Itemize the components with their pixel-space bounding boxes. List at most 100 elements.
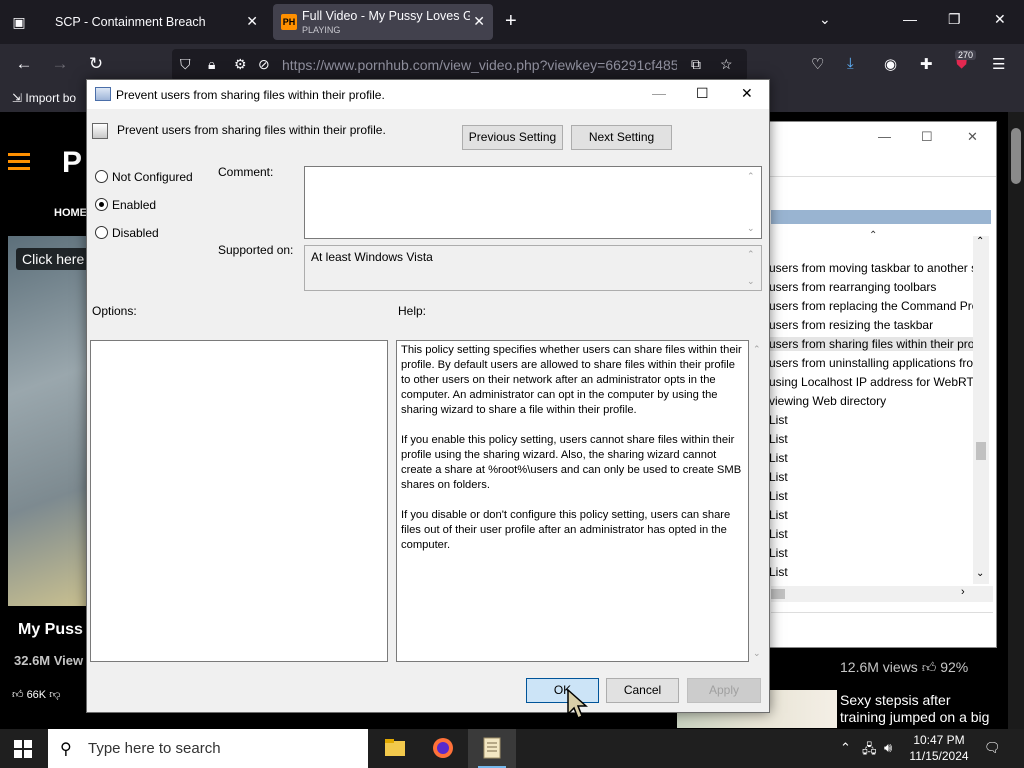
site-logo[interactable]: P bbox=[62, 146, 82, 180]
close-icon[interactable]: ✕ bbox=[246, 13, 258, 30]
scroll-down-icon[interactable]: ⌄ bbox=[753, 648, 761, 659]
supported-on-label: Supported on: bbox=[218, 243, 294, 257]
extensions-icon[interactable]: ✚ bbox=[920, 55, 933, 73]
list-vertical-scrollbar[interactable]: ⌃ ⌄ bbox=[973, 236, 989, 584]
close-icon[interactable]: ✕ bbox=[741, 85, 753, 102]
next-setting-button[interactable]: Next Setting bbox=[571, 125, 672, 150]
chevron-up-icon[interactable]: ⌃ bbox=[840, 740, 851, 756]
minimize-icon[interactable]: — bbox=[903, 11, 917, 27]
tab-scp[interactable]: SCP - Containment Breach ✕ bbox=[42, 4, 266, 40]
tab-video[interactable]: PH Full Video - My Pussy Loves Get PLAYI… bbox=[273, 4, 493, 40]
permissions-icon[interactable]: ⚙ bbox=[234, 56, 247, 73]
download-icon[interactable]: ⤓ bbox=[847, 55, 854, 72]
scrollbar-thumb[interactable] bbox=[1011, 128, 1021, 184]
policy-list-item[interactable]: using Localhost IP address for WebRTC bbox=[769, 375, 974, 389]
previous-setting-button[interactable]: Previous Setting bbox=[462, 125, 563, 150]
clock[interactable]: 10:47 PM 11/15/2024 bbox=[904, 732, 974, 764]
radio-not-configured[interactable]: Not Configured bbox=[95, 170, 193, 184]
help-paragraph: If you enable this policy setting, users… bbox=[401, 434, 742, 491]
policy-list-item[interactable]: List bbox=[769, 489, 974, 503]
file-explorer-icon[interactable] bbox=[371, 729, 419, 768]
hamburger-menu-icon[interactable] bbox=[8, 153, 30, 174]
close-window-icon[interactable]: ✕ bbox=[994, 11, 1006, 28]
group-policy-editor-window: — ☐ ✕ ⌃ users from moving taskbar to ano… bbox=[750, 121, 997, 648]
apply-button[interactable]: Apply bbox=[687, 678, 761, 703]
policy-list-item[interactable]: users from replacing the Command Pro bbox=[769, 299, 974, 313]
minimize-icon[interactable]: — bbox=[878, 129, 891, 144]
restore-icon[interactable]: ❐ bbox=[948, 11, 961, 28]
shield-icon[interactable]: ⛉ bbox=[180, 56, 191, 73]
video-likes[interactable]: 👍︎ 66K 👎︎ bbox=[12, 688, 60, 701]
lock-icon[interactable]: 🔒︎ bbox=[208, 56, 215, 73]
notifications-icon[interactable]: 🗨︎ bbox=[984, 740, 1001, 756]
radio-enabled[interactable]: Enabled bbox=[95, 198, 156, 212]
import-bookmarks-link[interactable]: ⇲ Import bo bbox=[12, 91, 76, 105]
policy-list-item[interactable]: List bbox=[769, 470, 974, 484]
close-icon[interactable]: ✕ bbox=[473, 13, 485, 30]
policy-list-item[interactable]: List bbox=[769, 546, 974, 560]
volume-icon[interactable]: 🔊︎ bbox=[884, 740, 892, 756]
list-column-header[interactable] bbox=[771, 210, 991, 224]
radio-circle[interactable] bbox=[95, 170, 108, 183]
network-icon[interactable]: 🖧︎ bbox=[862, 740, 877, 762]
scrollbar-thumb[interactable] bbox=[771, 589, 785, 599]
radio-disabled[interactable]: Disabled bbox=[95, 226, 159, 240]
policy-list-item[interactable]: viewing Web directory bbox=[769, 394, 974, 408]
scroll-down-icon[interactable]: ⌄ bbox=[976, 568, 984, 579]
chevron-down-icon[interactable]: ⌄ bbox=[819, 11, 831, 28]
thumbs-up-icon[interactable]: 👍︎ bbox=[12, 689, 24, 701]
related-video-title[interactable]: Sexy stepsis after training jumped on a … bbox=[840, 692, 1000, 726]
pocket-icon[interactable]: ♡ bbox=[811, 55, 824, 73]
radio-circle[interactable] bbox=[95, 198, 108, 211]
group-policy-editor-taskbar-icon[interactable] bbox=[468, 729, 516, 768]
policy-list-item[interactable]: List bbox=[769, 413, 974, 427]
picture-in-picture-icon[interactable]: ⧉ bbox=[691, 56, 701, 73]
taskbar-search-input[interactable]: ⚲ Type here to search bbox=[48, 729, 368, 768]
new-tab-icon[interactable]: + bbox=[505, 10, 517, 33]
account-icon[interactable]: ◉ bbox=[884, 55, 897, 73]
video-player[interactable] bbox=[8, 236, 88, 606]
close-icon[interactable]: ✕ bbox=[967, 129, 978, 145]
scroll-up-icon[interactable]: ⌃ bbox=[753, 344, 761, 355]
scroll-up-icon: ⌃ bbox=[747, 249, 755, 259]
list-all-tabs-icon[interactable]: ▣ bbox=[8, 11, 30, 33]
scroll-up-icon[interactable]: ⌃ bbox=[976, 236, 984, 247]
firefox-icon[interactable] bbox=[419, 729, 467, 768]
maximize-icon[interactable]: ☐ bbox=[696, 85, 709, 102]
maximize-icon[interactable]: ☐ bbox=[921, 129, 933, 145]
forward-icon[interactable]: → bbox=[49, 54, 71, 74]
policy-list-item[interactable]: users from uninstalling applications fro bbox=[769, 356, 974, 370]
page-scrollbar[interactable] bbox=[1008, 112, 1024, 729]
policy-list-item[interactable]: List bbox=[769, 527, 974, 541]
policy-list-item[interactable]: users from sharing files within their pr… bbox=[769, 337, 974, 351]
ok-button[interactable]: OK bbox=[526, 678, 599, 703]
policy-list-item[interactable]: List bbox=[769, 451, 974, 465]
policy-list-item[interactable]: List bbox=[769, 508, 974, 522]
home-nav-link[interactable]: HOME bbox=[54, 207, 87, 219]
reload-icon[interactable]: ↻ bbox=[85, 54, 107, 74]
policy-list-item[interactable]: List bbox=[769, 565, 974, 579]
cancel-button[interactable]: Cancel bbox=[606, 678, 679, 703]
scrollbar-thumb[interactable] bbox=[976, 442, 986, 460]
bookmark-star-icon[interactable]: ☆ bbox=[720, 56, 733, 73]
related-views: 12.6M views bbox=[840, 659, 918, 675]
policy-list-item[interactable]: List bbox=[769, 432, 974, 446]
windows-start-icon[interactable] bbox=[14, 740, 32, 758]
policy-list-item[interactable]: users from resizing the taskbar bbox=[769, 318, 974, 332]
help-text: This policy setting specifies whether us… bbox=[401, 343, 747, 568]
click-here-overlay[interactable]: Click here bbox=[16, 248, 91, 270]
comment-textarea[interactable]: ⌃ ⌄ bbox=[304, 166, 762, 239]
list-horizontal-scrollbar[interactable]: › bbox=[771, 586, 993, 602]
autoplay-blocked-icon[interactable]: ⊘ bbox=[258, 56, 270, 73]
url-text[interactable]: https://www.pornhub.com/view_video.php?v… bbox=[282, 57, 677, 73]
scroll-right-icon[interactable]: › bbox=[961, 586, 965, 598]
menu-icon[interactable]: ☰ bbox=[992, 55, 1005, 73]
policy-list-item[interactable]: users from rearranging toolbars bbox=[769, 280, 974, 294]
back-icon[interactable]: ← bbox=[13, 54, 35, 74]
url-bar[interactable]: ⛉ 🔒︎ ⚙ ⊘ https://www.pornhub.com/view_vi… bbox=[172, 49, 747, 81]
thumbs-down-icon[interactable]: 👎︎ bbox=[49, 689, 60, 701]
radio-circle[interactable] bbox=[95, 226, 108, 239]
extension-badge: 270 bbox=[955, 50, 977, 60]
dialog-title-bar[interactable]: Prevent users from sharing files within … bbox=[87, 80, 769, 109]
policy-list-item[interactable]: users from moving taskbar to another s bbox=[769, 261, 974, 275]
